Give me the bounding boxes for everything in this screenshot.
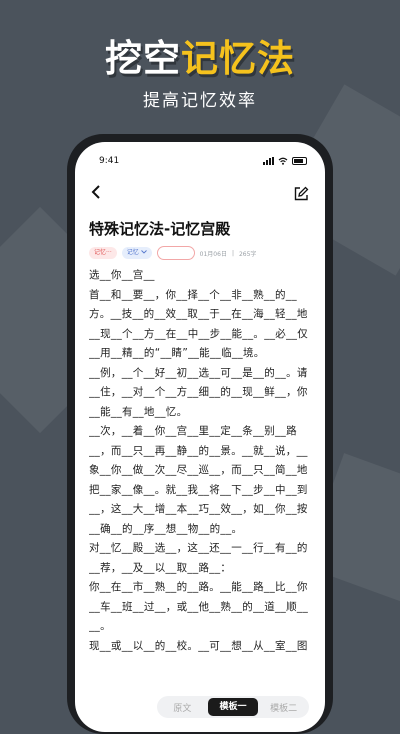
content-line: __次，__着__你__宫__里__定__条__别__路 — [89, 425, 297, 437]
phone-screen: 9:41 特殊记忆法-记忆宫殿 记忆··· 记忆 01月06日 | 265字 选… — [75, 142, 325, 732]
content-line: __荐，__及__以__取__路__： — [89, 561, 232, 574]
content-line: 选__你__宫__ — [89, 269, 155, 281]
content-line: 现__或__以__的__校。__可__想__从__室__图 — [89, 639, 308, 652]
chevron-left-icon — [91, 185, 100, 199]
article-title: 特殊记忆法-记忆宫殿 — [89, 220, 231, 238]
status-time: 9:41 — [99, 156, 120, 166]
content-line: __例，__个__好__初__选__可__是__的__。请 — [89, 366, 308, 379]
battery-icon — [292, 157, 307, 165]
content-line: __。 — [89, 620, 111, 632]
word-count: 265字 — [238, 250, 257, 258]
content-line: __车__班__过__，或__他__熟__的__道__顺__ — [89, 600, 308, 613]
tag-chip[interactable]: 记忆 — [121, 247, 152, 259]
content-line: __，这__大__增__本__巧__效__，如__你__按 — [89, 503, 308, 515]
edit-button[interactable] — [293, 186, 309, 202]
content-line: __住，__对__个__方__细__的__现__鲜__，你 — [89, 386, 308, 398]
edit-icon — [294, 186, 309, 201]
content-line: 象__你__做__次__尽__巡__，而__只__简__地 — [89, 464, 308, 476]
article-meta: 记忆··· 记忆 01月06日 | 265字 — [89, 246, 256, 260]
content-line: 把__家__像__。就__我__将__下__步__中__到 — [89, 483, 308, 496]
wifi-icon — [278, 157, 288, 165]
article-date: 01月06日 — [199, 250, 227, 258]
meta-separator: | — [231, 249, 234, 257]
article-content: 选__你__宫__ 首__和__要__，你__择__个__非__熟__的__ 方… — [89, 266, 313, 656]
nav-bar — [91, 184, 309, 204]
content-line: __，而__只__再__静__的__景。__就__说，__ — [89, 444, 308, 457]
signal-icon — [263, 157, 274, 165]
add-tag-chip[interactable] — [156, 246, 195, 260]
template-tabs: 原文 模板一 模板二 — [157, 696, 309, 718]
tab-template-2[interactable]: 模板二 — [258, 701, 309, 714]
content-line: __现__个__方__在__中__步__能__。__必__仅 — [89, 327, 308, 340]
content-line: __确__的__序__想__物__的__。 — [89, 522, 243, 535]
content-line: __能__有__地__忆。 — [89, 405, 188, 418]
status-icons — [263, 157, 307, 165]
phone-frame: 9:41 特殊记忆法-记忆宫殿 记忆··· 记忆 01月06日 | 265字 选… — [67, 134, 333, 734]
content-line: 方。__技__的__效__取__于__在__海__轻__地 — [89, 308, 308, 320]
hero-title-accent: 记忆法 — [181, 37, 295, 80]
tab-original[interactable]: 原文 — [157, 701, 208, 714]
hero-title-main: 挖空 — [105, 37, 181, 80]
content-line: 对__忆__殿__选__，这__还__一__行__有__的 — [89, 542, 308, 554]
hero-title: 挖空记忆法 — [0, 28, 400, 82]
content-line: 你__在__市__熟__的__路。__能__路__比__你 — [89, 581, 308, 593]
back-button[interactable] — [91, 185, 101, 203]
tag-label: 记忆 — [126, 249, 139, 256]
hero-subtitle: 提高记忆效率 — [143, 91, 257, 111]
tag-chip[interactable]: 记忆··· — [89, 247, 117, 259]
chevron-down-icon — [140, 250, 147, 254]
content-line: __用__精__的“__睛”__能__临__境。 — [89, 347, 265, 359]
status-bar: 9:41 — [99, 154, 307, 168]
content-line: 首__和__要__，你__择__个__非__熟__的__ — [89, 288, 297, 301]
tab-template-1[interactable]: 模板一 — [207, 698, 259, 716]
